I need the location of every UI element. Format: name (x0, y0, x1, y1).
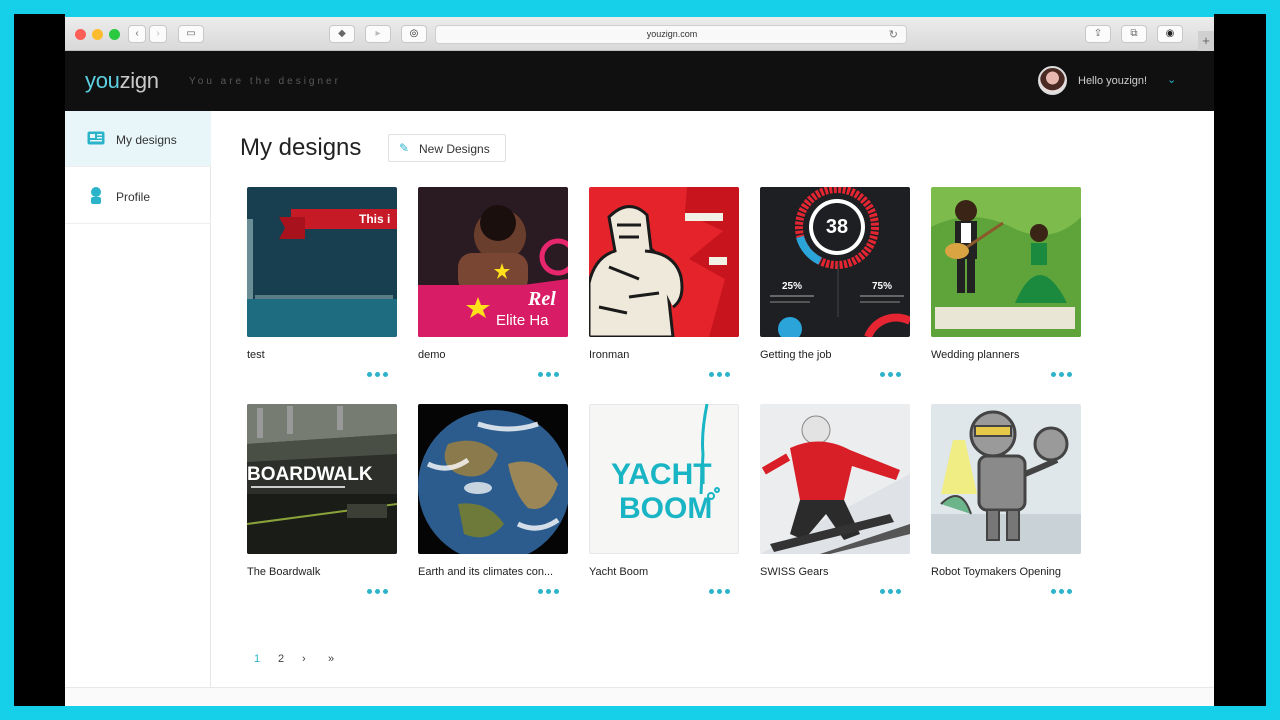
thumb-text: BOARDWALK (247, 464, 373, 485)
design-title[interactable]: Yacht Boom (589, 566, 739, 578)
design-title[interactable]: The Boardwalk (247, 566, 397, 578)
thumb-text-secondary: 25% (782, 281, 802, 292)
design-thumbnail[interactable]: YACHT BOOM (589, 404, 739, 554)
more-dots-icon[interactable] (709, 369, 737, 379)
pencil-icon: ✎ (399, 141, 410, 155)
more-dots-icon[interactable] (538, 586, 566, 596)
more-dots-icon[interactable] (367, 369, 395, 379)
youzign-logo[interactable]: youzign (85, 68, 159, 94)
address-bar[interactable]: youzign.com ↻ (435, 25, 907, 44)
sidebar-item-label: Profile (116, 190, 151, 204)
page-2-link[interactable]: 2 (278, 653, 284, 665)
tabs-overview-button[interactable]: ⧉ (1121, 25, 1147, 43)
page-1-link[interactable]: 1 (254, 653, 260, 665)
share-button[interactable]: ⇪ (1085, 25, 1111, 43)
reload-icon[interactable]: ↻ (889, 28, 898, 41)
url-text: youzign.com (646, 29, 698, 39)
browser-window: ‹ › ▭ ◆ ▸ ◎ youzign.com ↻ ⇪ ⧉ ◉ + youzig… (65, 17, 1214, 706)
design-thumbnail[interactable] (931, 187, 1081, 337)
sidebar-toggle-button[interactable]: ▭ (178, 25, 204, 43)
sidebar: My designs Profile (65, 111, 211, 687)
design-title[interactable]: Wedding planners (931, 349, 1081, 361)
new-designs-button[interactable]: ✎ New Designs (388, 134, 506, 162)
more-dots-icon[interactable] (1051, 586, 1079, 596)
design-title[interactable]: SWISS Gears (760, 566, 910, 578)
new-tab-button[interactable]: + (1198, 31, 1214, 51)
app-header: youzign You are the designer Hello youzi… (65, 51, 1214, 111)
close-window-button[interactable] (75, 29, 86, 40)
user-greeting[interactable]: Hello youzign! (1078, 75, 1147, 87)
design-thumbnail[interactable] (760, 404, 910, 554)
new-designs-label: New Designs (419, 142, 490, 156)
minimize-window-button[interactable] (92, 29, 103, 40)
thumb-text-tertiary: 75% (872, 281, 892, 292)
downloads-button[interactable]: ◉ (1157, 25, 1183, 43)
page-footer (65, 687, 1214, 706)
thumb-text-secondary: BOOM (619, 492, 712, 525)
more-dots-icon[interactable] (367, 586, 395, 596)
more-dots-icon[interactable] (880, 586, 908, 596)
design-title[interactable]: Ironman (589, 349, 739, 361)
more-dots-icon[interactable] (1051, 369, 1079, 379)
design-title[interactable]: Getting the job (760, 349, 910, 361)
more-dots-icon[interactable] (709, 586, 737, 596)
avatar[interactable] (1038, 66, 1067, 95)
ghostery-extension-icon[interactable]: ◆ (329, 25, 355, 43)
back-button[interactable]: ‹ (128, 25, 146, 43)
logo-you-part: you (85, 68, 120, 93)
design-thumbnail[interactable]: BOARDWALK (247, 404, 397, 554)
extension-icon[interactable]: ▸ (365, 25, 391, 43)
sidebar-item-my-designs[interactable]: My designs (65, 111, 211, 167)
thumb-text: Rel (527, 288, 556, 310)
video-letterbox-right (1214, 14, 1266, 706)
design-thumbnail[interactable] (418, 404, 568, 554)
more-dots-icon[interactable] (880, 369, 908, 379)
tagline: You are the designer (189, 76, 341, 87)
thumb-text-secondary: Elite Ha (496, 312, 549, 329)
opera-extension-icon[interactable]: ◎ (401, 25, 427, 43)
more-dots-icon[interactable] (538, 369, 566, 379)
chevron-down-icon[interactable]: ⌄ (1167, 73, 1176, 86)
design-thumbnail[interactable]: Rel Elite Ha (418, 187, 568, 337)
forward-button[interactable]: › (149, 25, 167, 43)
design-title[interactable]: Robot Toymakers Opening (931, 566, 1081, 578)
thumb-text: YACHT (611, 458, 712, 491)
user-icon (91, 187, 101, 204)
design-thumbnail[interactable]: 38 25% 75% (760, 187, 910, 337)
thumb-text: 38 (826, 216, 848, 238)
design-thumbnail[interactable] (931, 404, 1081, 554)
zoom-window-button[interactable] (109, 29, 120, 40)
design-title[interactable]: demo (418, 349, 568, 361)
page-title: My designs (240, 134, 362, 161)
design-thumbnail[interactable] (589, 187, 739, 337)
next-page-link[interactable]: › (302, 653, 306, 665)
last-page-link[interactable]: » (328, 653, 334, 665)
designs-icon (87, 131, 105, 145)
design-title[interactable]: test (247, 349, 397, 361)
thumb-text: This i (359, 212, 390, 226)
sidebar-item-label: My designs (116, 133, 177, 147)
video-letterbox-left (14, 14, 65, 706)
design-thumbnail[interactable]: This i (247, 187, 397, 337)
design-title[interactable]: Earth and its climates con... (418, 566, 568, 578)
browser-toolbar: ‹ › ▭ ◆ ▸ ◎ youzign.com ↻ ⇪ ⧉ ◉ (65, 17, 1214, 51)
logo-zign-part: zign (119, 68, 159, 93)
sidebar-item-profile[interactable]: Profile (65, 168, 211, 224)
